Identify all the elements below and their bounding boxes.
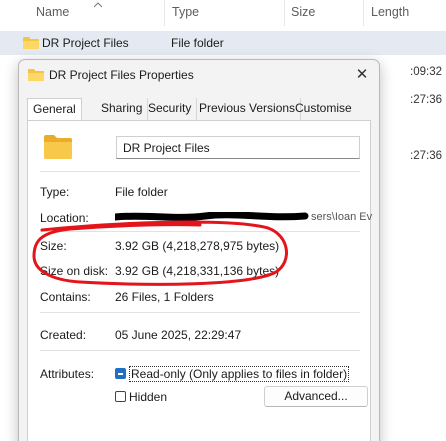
explorer-row-name: DR Project Files <box>42 36 129 50</box>
tab-sharing[interactable]: Sharing <box>96 98 149 120</box>
contains-label: Contains: <box>40 290 91 304</box>
column-separator[interactable] <box>284 0 285 26</box>
tab-customise[interactable]: Customise <box>290 98 357 120</box>
background-length: :27:36 <box>410 94 442 106</box>
column-size[interactable]: Size <box>291 5 315 19</box>
attributes-label: Attributes: <box>40 367 95 381</box>
divider <box>40 231 360 232</box>
advanced-button[interactable]: Advanced... <box>264 386 368 407</box>
contains-value[interactable]: 26 Files, 1 Folders <box>115 290 214 304</box>
location-label: Location: <box>40 211 89 225</box>
divider <box>40 171 360 172</box>
close-icon[interactable]: ✕ <box>351 64 373 86</box>
explorer-column-header: Name Type Size Length <box>0 0 446 26</box>
column-type[interactable]: Type <box>172 5 199 19</box>
created-value[interactable]: 05 June 2025, 22:29:47 <box>115 328 241 342</box>
divider <box>40 350 360 351</box>
background-length: :27:36 <box>410 150 442 162</box>
tab-previous-versions[interactable]: Previous Versions <box>194 98 302 120</box>
read-only-checkbox[interactable] <box>115 368 126 379</box>
explorer-row-selected[interactable]: DR Project Files File folder <box>0 31 446 55</box>
folder-icon <box>28 69 44 81</box>
column-separator[interactable] <box>164 0 165 26</box>
type-value[interactable]: File folder <box>115 185 168 199</box>
background-length: :09:32 <box>410 66 442 78</box>
column-length[interactable]: Length <box>371 5 409 19</box>
tab-general[interactable]: General <box>27 98 82 121</box>
explorer-row-type: File folder <box>171 36 224 50</box>
dialog-title: DR Project Files Properties <box>49 68 194 82</box>
tab-strip: General Sharing Security Previous Versio… <box>27 98 371 121</box>
size-on-disk-value[interactable]: 3.92 GB (4,218,331,136 bytes) <box>115 264 279 278</box>
column-separator[interactable] <box>363 0 364 26</box>
hidden-checkbox[interactable] <box>115 391 126 402</box>
chevron-up-icon <box>94 2 102 8</box>
size-on-disk-label: Size on disk: <box>40 264 109 278</box>
column-name[interactable]: Name <box>36 5 69 19</box>
size-value[interactable]: 3.92 GB (4,218,278,975 bytes) <box>115 239 279 253</box>
hidden-label[interactable]: Hidden <box>129 390 167 404</box>
created-label: Created: <box>40 328 87 342</box>
size-label: Size: <box>40 239 67 253</box>
type-label: Type: <box>40 185 70 199</box>
general-panel: DR Project Files Type: File folder Locat… <box>27 120 372 441</box>
folder-icon <box>44 135 72 159</box>
tab-security[interactable]: Security <box>143 98 198 120</box>
title-bar[interactable]: DR Project Files Properties ✕ <box>19 60 379 90</box>
read-only-label[interactable]: Read-only (Only applies to files in fold… <box>129 366 350 382</box>
properties-dialog: DR Project Files Properties ✕ General Sh… <box>18 59 380 441</box>
location-value[interactable]: sers\Ioan Ev <box>311 211 372 223</box>
divider <box>40 312 360 313</box>
folder-icon <box>23 37 39 49</box>
folder-name-field[interactable]: DR Project Files <box>116 136 360 159</box>
